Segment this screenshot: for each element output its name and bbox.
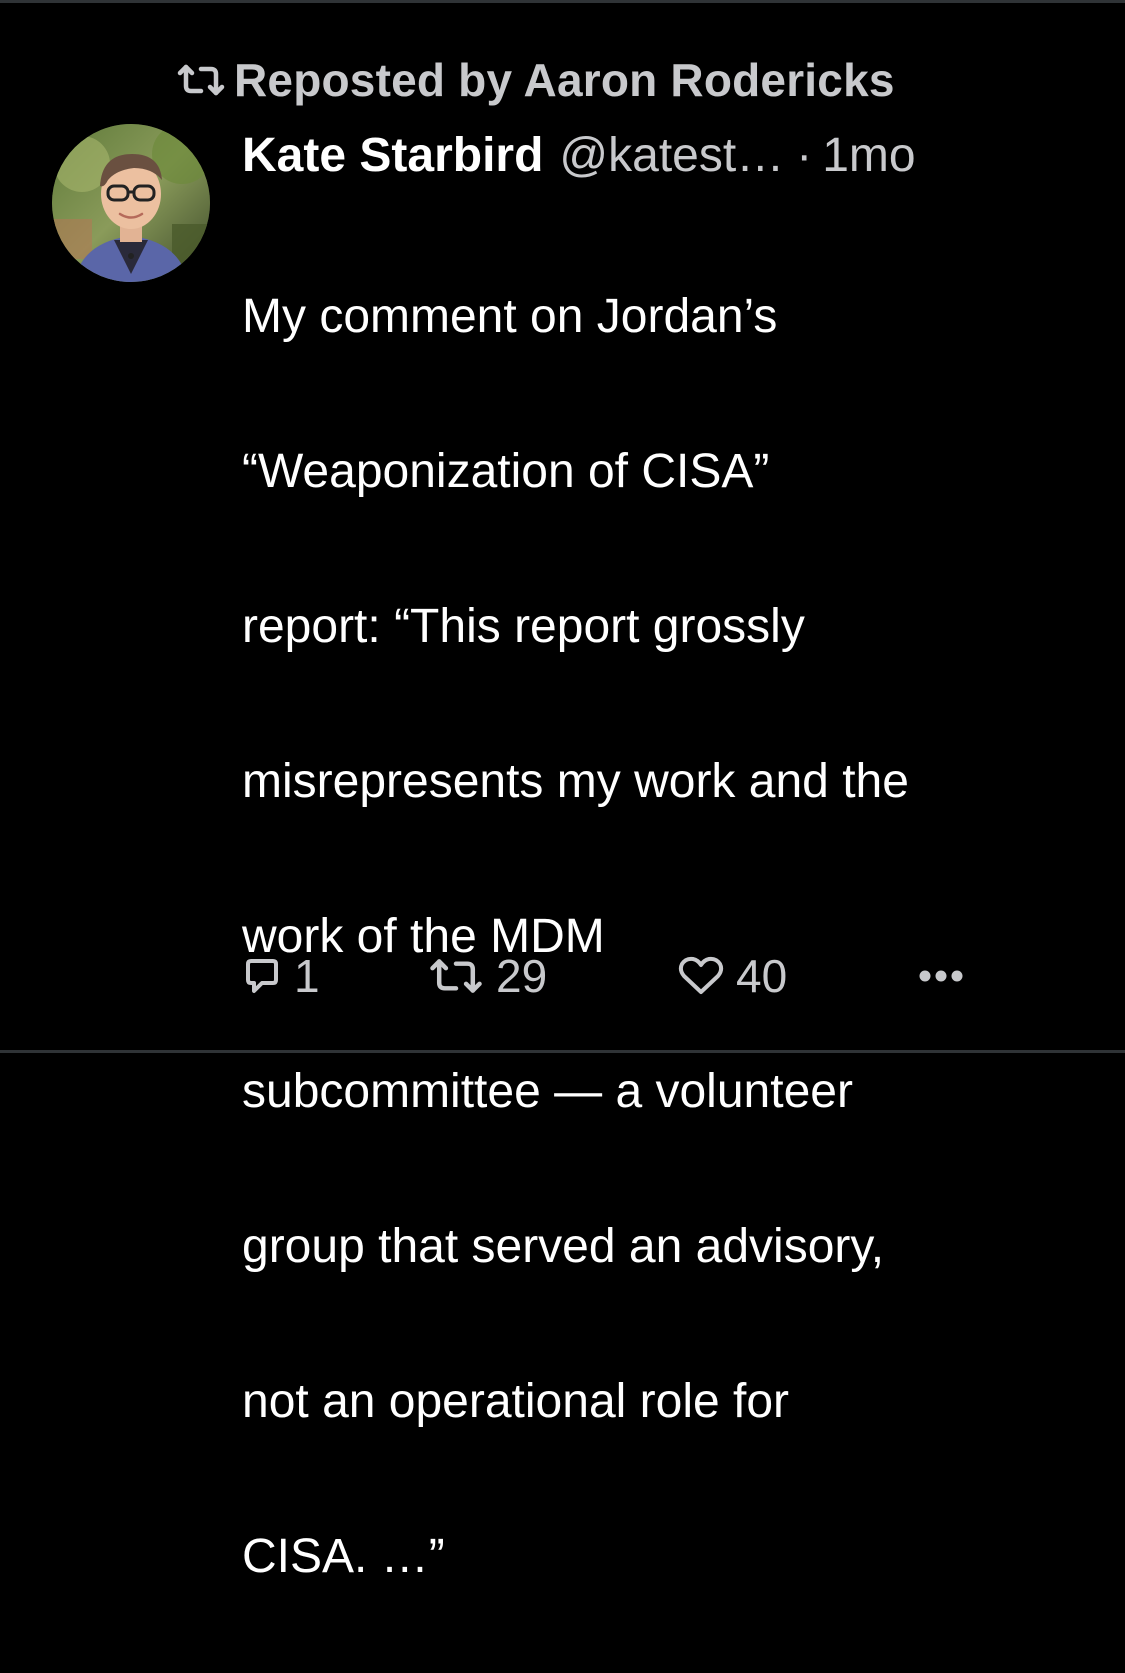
like-count: 40 <box>736 950 788 1002</box>
post-timestamp[interactable]: 1mo <box>822 128 915 183</box>
repost-button[interactable]: 29 <box>428 944 547 1008</box>
avatar[interactable] <box>52 124 210 282</box>
author-display-name[interactable]: Kate Starbird <box>242 128 543 183</box>
ellipsis-icon <box>918 969 964 983</box>
post-text-line: not an operational role for <box>242 1374 790 1428</box>
reply-count: 1 <box>294 950 320 1002</box>
top-divider <box>0 0 1125 3</box>
repost-count: 29 <box>496 950 548 1002</box>
repost-arrows-icon <box>428 958 484 994</box>
post-text-line: subcommittee — a volunteer <box>242 1064 853 1118</box>
reply-button[interactable]: 1 <box>242 944 320 1008</box>
action-bar: 1 29 40 <box>242 944 1022 1008</box>
post-text-line: “Weaponization of CISA” <box>242 444 770 498</box>
repost-label: Reposted by Aaron Rodericks <box>234 54 895 106</box>
repost-icon <box>176 60 234 100</box>
repost-banner[interactable]: Reposted by Aaron Rodericks <box>176 50 895 110</box>
like-button[interactable]: 40 <box>678 944 787 1008</box>
heart-outline-icon <box>678 956 724 996</box>
post-content[interactable]: Kate Starbird @katest… · 1mo My comment … <box>242 128 1102 1673</box>
more-options-button[interactable] <box>918 944 976 1008</box>
speech-bubble-icon <box>242 956 282 996</box>
author-row: Kate Starbird @katest… · 1mo <box>242 128 1102 198</box>
author-handle[interactable]: @katest… <box>559 128 784 183</box>
post-text-line: My comment on Jordan’s <box>242 289 778 343</box>
meta-separator: · <box>796 129 813 182</box>
post-text-line: CISA. …” <box>242 1529 445 1583</box>
post-text-line: group that served an advisory, <box>242 1219 885 1273</box>
post-text-line: report: “This report grossly <box>242 599 805 653</box>
post-text-line: misrepresents my work and the <box>242 754 909 808</box>
post-text: My comment on Jordan’s “Weaponization of… <box>242 200 1102 1673</box>
